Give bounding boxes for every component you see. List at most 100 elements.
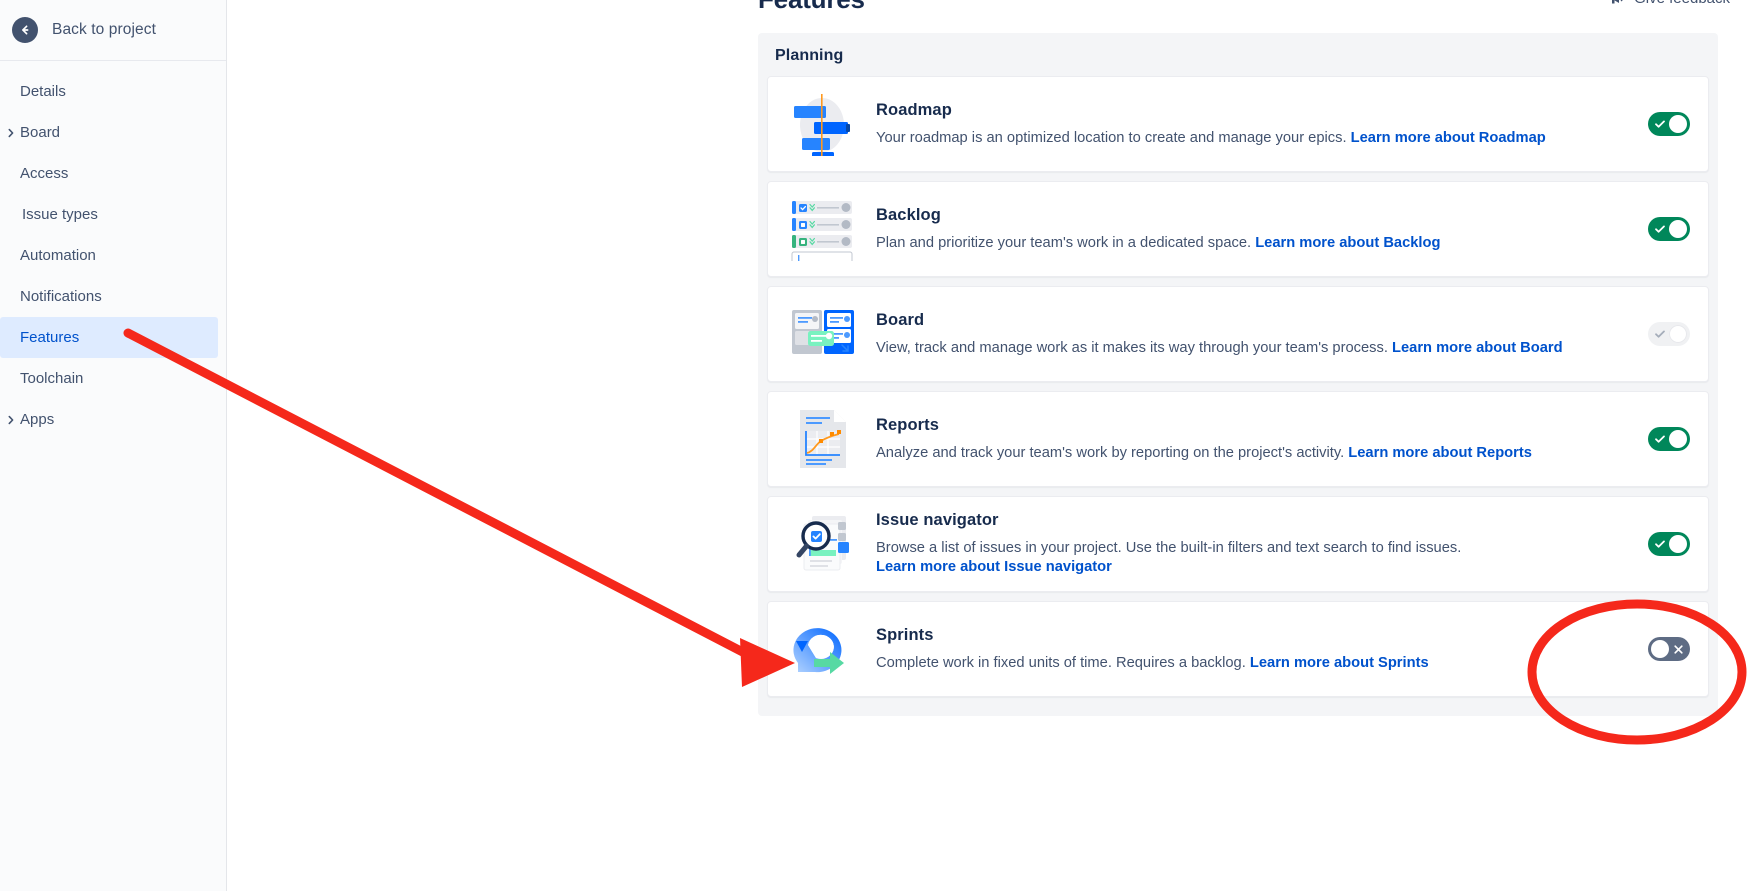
check-icon: [1649, 322, 1671, 346]
feature-toggle-board[interactable]: [1648, 322, 1690, 346]
feature-text-sprints: Sprints Complete work in fixed units of …: [876, 626, 1630, 673]
close-icon: [1667, 637, 1689, 661]
sidebar-item-toolchain[interactable]: Toolchain: [0, 358, 218, 399]
feature-card-list: Roadmap Your roadmap is an optimized loc…: [758, 76, 1718, 715]
toggle-knob: [1669, 325, 1687, 343]
feature-card-reports: Reports Analyze and track your team's wo…: [767, 391, 1709, 487]
toggle-wrapper: [1630, 637, 1690, 661]
toggle-knob: [1669, 430, 1687, 448]
sidebar-item-notifications[interactable]: Notifications: [0, 276, 218, 317]
chevron-right-icon: [5, 127, 17, 139]
toggle-knob: [1651, 640, 1669, 658]
sidebar-item-access[interactable]: Access: [0, 153, 218, 194]
sidebar-nav: Details Board Access Issue types Automat…: [0, 61, 226, 440]
sidebar-item-label: Board: [20, 124, 61, 141]
back-arrow-icon: [12, 17, 38, 43]
sidebar-item-details[interactable]: Details: [0, 71, 218, 112]
sidebar-item-features[interactable]: Features: [0, 317, 218, 358]
sprints-icon: [784, 616, 860, 682]
give-feedback-label: Give feedback: [1634, 0, 1730, 7]
feature-description: Complete work in fixed units of time. Re…: [876, 654, 1618, 673]
learn-more-link[interactable]: Learn more about Reports: [1348, 445, 1532, 461]
feature-text-issue-navigator: Issue navigator Browse a list of issues …: [876, 511, 1630, 577]
section-title: Planning: [775, 47, 844, 64]
feature-description: Plan and prioritize your team's work in …: [876, 234, 1618, 253]
check-icon: [1649, 217, 1671, 241]
feature-title: Issue navigator: [876, 511, 999, 530]
feature-description-text: View, track and manage work as it makes …: [876, 339, 1388, 356]
features-content: Planning Roadmap Your roadmap is an opti…: [758, 33, 1718, 716]
sidebar-item-issue-types[interactable]: Issue types: [0, 194, 218, 235]
sidebar-item-label: Apps: [20, 411, 55, 428]
feature-title: Roadmap: [876, 100, 952, 119]
toggle-wrapper: [1630, 322, 1690, 346]
feature-toggle-issue-navigator[interactable]: [1648, 532, 1690, 556]
toggle-wrapper: [1630, 532, 1690, 556]
section-planning: Planning Roadmap Your roadmap is an opti…: [758, 33, 1718, 716]
learn-more-link[interactable]: Learn more about Backlog: [1255, 235, 1440, 251]
sidebar-item-label: Details: [20, 83, 66, 100]
sidebar-item-label: Toolchain: [20, 370, 84, 387]
page-title: Features: [758, 0, 865, 15]
toggle-wrapper: [1630, 112, 1690, 136]
feature-text-backlog: Backlog Plan and prioritize your team's …: [876, 206, 1630, 253]
feature-description-text: Browse a list of issues in your project.…: [876, 540, 1462, 557]
feature-card-roadmap: Roadmap Your roadmap is an optimized loc…: [767, 76, 1709, 172]
feature-card-board: Board View, track and manage work as it …: [767, 286, 1709, 382]
sidebar-item-label: Issue types: [22, 206, 98, 223]
sidebar-item-label: Automation: [20, 247, 96, 264]
sidebar-item-label: Access: [20, 165, 69, 182]
backlog-icon: [784, 196, 860, 262]
toggle-knob: [1669, 535, 1687, 553]
feature-description: View, track and manage work as it makes …: [876, 339, 1618, 358]
toggle-wrapper: [1630, 217, 1690, 241]
feature-card-backlog: Backlog Plan and prioritize your team's …: [767, 181, 1709, 277]
learn-more-link[interactable]: Learn more about Issue navigator: [876, 559, 1112, 575]
issue-navigator-icon: [784, 511, 860, 577]
feature-title: Board: [876, 310, 925, 329]
feature-text-roadmap: Roadmap Your roadmap is an optimized loc…: [876, 101, 1630, 148]
feature-text-board: Board View, track and manage work as it …: [876, 311, 1630, 358]
learn-more-link[interactable]: Learn more about Board: [1392, 340, 1563, 356]
check-icon: [1649, 112, 1671, 136]
main-content: Features Give feedback Planning: [227, 0, 1750, 891]
reports-icon: [784, 406, 860, 472]
app-root: Back to project Details Board Access Iss…: [0, 0, 1750, 891]
give-feedback-button[interactable]: Give feedback: [1606, 0, 1730, 8]
check-icon: [1649, 427, 1671, 451]
feature-toggle-backlog[interactable]: [1648, 217, 1690, 241]
back-to-project-label: Back to project: [52, 21, 157, 38]
feature-description-text: Complete work in fixed units of time. Re…: [876, 654, 1246, 671]
project-settings-sidebar: Back to project Details Board Access Iss…: [0, 0, 227, 891]
sidebar-item-label: Features: [20, 329, 80, 346]
feature-description: Analyze and track your team's work by re…: [876, 444, 1618, 463]
feature-title: Sprints: [876, 625, 934, 644]
sidebar-item-board[interactable]: Board: [0, 112, 218, 153]
chevron-right-icon: [5, 414, 17, 426]
feature-description-text: Your roadmap is an optimized location to…: [876, 129, 1347, 146]
feature-title: Backlog: [876, 205, 941, 224]
feature-description: Your roadmap is an optimized location to…: [876, 129, 1618, 148]
toggle-knob: [1669, 115, 1687, 133]
learn-more-link[interactable]: Learn more about Roadmap: [1351, 130, 1546, 146]
board-icon: [784, 301, 860, 367]
learn-more-link[interactable]: Learn more about Sprints: [1250, 655, 1429, 671]
roadmap-icon: [784, 91, 860, 157]
toggle-wrapper: [1630, 427, 1690, 451]
feature-description: Browse a list of issues in your project.…: [876, 539, 1618, 577]
toggle-knob: [1669, 220, 1687, 238]
sidebar-item-label: Notifications: [20, 288, 102, 305]
feature-toggle-sprints[interactable]: [1648, 637, 1690, 661]
check-icon: [1649, 532, 1671, 556]
feature-title: Reports: [876, 415, 940, 434]
feature-text-reports: Reports Analyze and track your team's wo…: [876, 416, 1630, 463]
feature-description-text: Analyze and track your team's work by re…: [876, 444, 1345, 461]
back-to-project-button[interactable]: Back to project: [0, 0, 226, 61]
feature-toggle-reports[interactable]: [1648, 427, 1690, 451]
sidebar-item-automation[interactable]: Automation: [0, 235, 218, 276]
sidebar-item-apps[interactable]: Apps: [0, 399, 218, 440]
feature-card-sprints: Sprints Complete work in fixed units of …: [767, 601, 1709, 697]
feature-toggle-roadmap[interactable]: [1648, 112, 1690, 136]
feature-description-text: Plan and prioritize your team's work in …: [876, 234, 1252, 251]
feature-card-issue-navigator: Issue navigator Browse a list of issues …: [767, 496, 1709, 592]
